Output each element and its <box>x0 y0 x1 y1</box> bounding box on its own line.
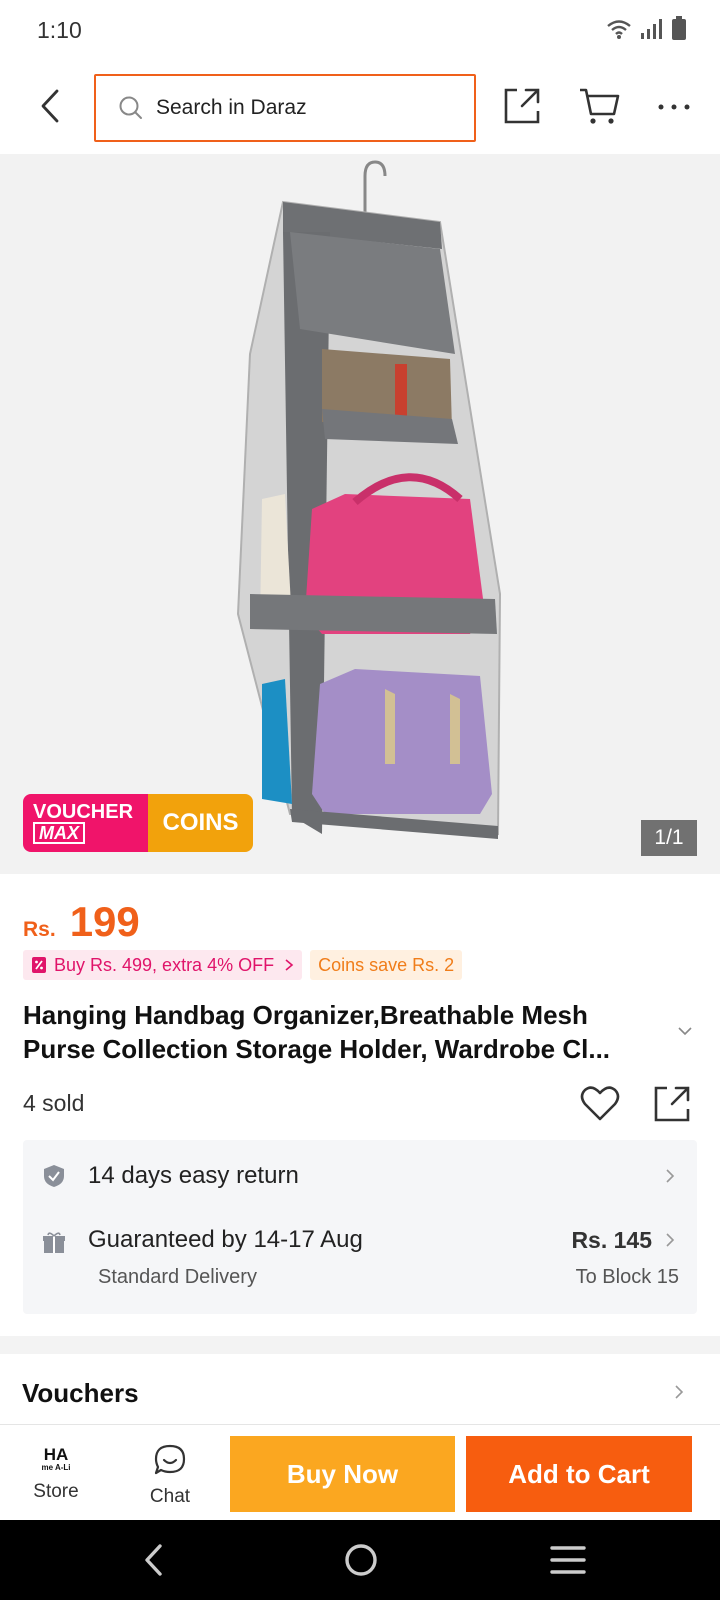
status-time: 1:10 <box>37 17 82 43</box>
add-to-cart-button[interactable]: Add to Cart <box>466 1436 692 1512</box>
product-image-gallery[interactable]: VOUCHER MAX COINS 1/1 <box>0 154 720 874</box>
signal-icon <box>641 19 662 39</box>
delivery-type-text: Standard Delivery <box>98 1266 257 1288</box>
voucher-badge-max: MAX <box>33 822 85 844</box>
voucher-badge-text: VOUCHER <box>33 801 134 823</box>
search-icon <box>119 96 142 119</box>
image-counter: 1/1 <box>641 820 697 856</box>
heart-icon[interactable] <box>580 1084 620 1122</box>
bundle-promo-chip[interactable]: Buy Rs. 499, extra 4% OFF <box>23 950 303 980</box>
status-bar: 1:10 <box>0 0 720 62</box>
chevron-right-icon <box>285 959 294 971</box>
cart-icon[interactable] <box>578 86 620 126</box>
store-label: Store <box>33 1481 79 1502</box>
voucher-icon <box>32 957 46 973</box>
share-icon[interactable] <box>652 1084 692 1124</box>
more-icon[interactable] <box>656 92 692 122</box>
search-input[interactable]: Search in Daraz <box>94 74 476 142</box>
top-navigation: Search in Daraz <box>0 62 720 154</box>
back-button[interactable] <box>30 86 70 126</box>
product-title[interactable]: Hanging Handbag Organizer,Breathable Mes… <box>23 998 663 1066</box>
chevron-right-icon[interactable] <box>674 1384 684 1400</box>
delivery-row[interactable]: Guaranteed by 14-17 Aug Standard Deliver… <box>23 1210 697 1314</box>
system-recents-icon[interactable] <box>550 1544 586 1576</box>
return-policy-row[interactable]: 14 days easy return <box>23 1140 697 1210</box>
sold-count: 4 sold <box>23 1090 85 1116</box>
buy-now-button[interactable]: Buy Now <box>230 1436 455 1512</box>
chevron-right-icon <box>666 1233 675 1247</box>
chat-label: Chat <box>149 1486 191 1507</box>
store-logo-subtext: me A-Li <box>41 1462 71 1472</box>
gift-box-icon <box>43 1232 65 1253</box>
chevron-down-icon[interactable] <box>677 1025 693 1037</box>
store-logo: HA me A-Li <box>36 1441 76 1477</box>
bottom-action-bar: HA me A-Li Store Chat Buy Now Add to Car… <box>0 1424 720 1520</box>
status-icons <box>606 16 686 40</box>
price: Rs. 199 <box>23 898 140 946</box>
system-navigation-bar <box>0 1520 720 1600</box>
chat-bubble-icon <box>154 1444 186 1475</box>
promo-row: Buy Rs. 499, extra 4% OFF Coins save Rs.… <box>23 950 463 980</box>
coins-promo-chip[interactable]: Coins save Rs. 2 <box>310 950 463 980</box>
delivery-guarantee-text: Guaranteed by 14-17 Aug <box>88 1226 363 1253</box>
share-icon[interactable] <box>502 86 542 126</box>
service-card: 14 days easy return Guaranteed by 14-17 … <box>23 1140 697 1314</box>
store-logo-text: HA <box>43 1444 69 1464</box>
shield-check-icon <box>44 1165 64 1187</box>
chevron-right-icon <box>666 1169 675 1183</box>
wifi-icon <box>607 20 631 39</box>
bundle-promo-text: Buy Rs. 499, extra 4% OFF <box>54 954 275 975</box>
battery-icon <box>672 16 686 40</box>
product-image <box>236 160 502 839</box>
return-policy-text: 14 days easy return <box>88 1162 299 1189</box>
search-placeholder: Search in Daraz <box>156 96 307 119</box>
delivery-destination: To Block 15 <box>575 1266 679 1288</box>
price-value: 199 <box>69 898 140 945</box>
coins-label: COINS <box>148 794 253 852</box>
price-currency: Rs. <box>23 918 56 941</box>
store-button[interactable]: HA me A-Li Store <box>20 1435 92 1511</box>
chat-button[interactable]: Chat <box>134 1435 206 1511</box>
voucher-max-coins-badge: VOUCHER MAX COINS <box>23 794 253 852</box>
system-back-icon[interactable] <box>138 1540 168 1580</box>
delivery-price: Rs. 145 <box>571 1227 652 1253</box>
voucher-max-label: VOUCHER MAX <box>23 794 148 852</box>
coins-promo-text: Coins save Rs. 2 <box>318 954 455 975</box>
section-divider <box>0 1336 720 1354</box>
back-arrow-icon <box>41 89 59 123</box>
vouchers-section-title[interactable]: Vouchers <box>22 1378 139 1409</box>
system-home-icon[interactable] <box>342 1540 380 1580</box>
